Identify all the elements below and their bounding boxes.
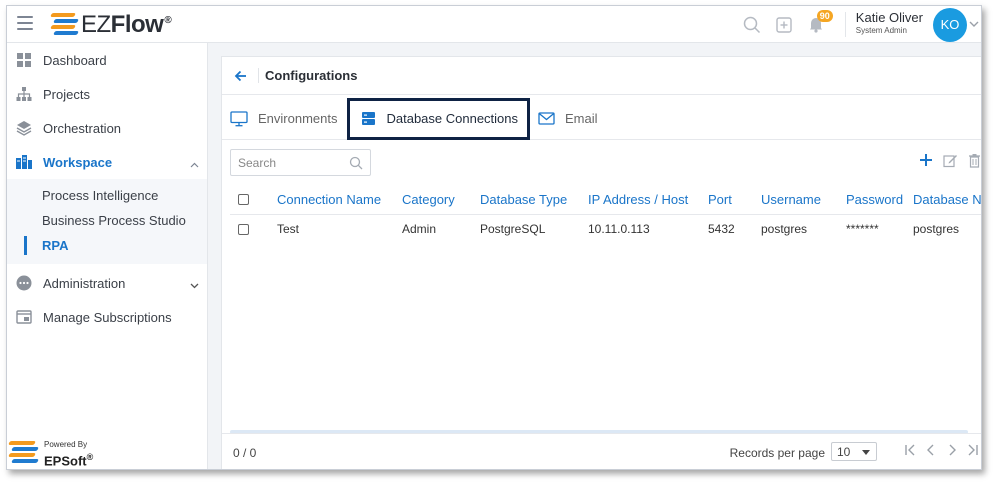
records-per-page-label: Records per page [729, 446, 825, 460]
row-checkbox[interactable] [238, 223, 249, 235]
first-page-icon[interactable] [904, 444, 916, 456]
pagination [895, 444, 979, 456]
sidebar-item-dashboard[interactable]: Dashboard [7, 43, 207, 77]
table-toolbar [222, 149, 981, 177]
table-cell: PostgreSQL [480, 222, 546, 236]
delete-icon[interactable] [968, 153, 981, 168]
tab-label: Email [565, 111, 598, 126]
more-circle-icon [15, 274, 33, 292]
hamburger-menu-icon[interactable] [17, 16, 33, 30]
sidebar-item-label: Dashboard [43, 52, 107, 68]
panel-header: Configurations [222, 57, 981, 95]
user-role: System Admin [855, 26, 907, 35]
sidebar-item-orchestration[interactable]: Orchestration [7, 111, 207, 145]
table-cell: Admin [402, 222, 437, 236]
add-square-icon[interactable] [773, 14, 795, 36]
table-actions [909, 153, 981, 168]
select-all-checkbox[interactable] [238, 193, 249, 205]
sidebar-item-label: Orchestration [43, 120, 122, 136]
table-footer: 0 / 0 Records per page 10 [222, 433, 981, 469]
workspace-submenu: Process Intelligence Business Process St… [7, 179, 207, 264]
sidebar-item-administration[interactable]: Administration [7, 266, 207, 300]
grid-icon [15, 51, 33, 69]
powered-by-epsoft: Powered By EPSoft® [8, 439, 94, 468]
search-input[interactable] [238, 151, 348, 175]
powered-by-label: Powered By [44, 439, 88, 449]
layers-icon [15, 119, 33, 137]
sidebar-item-label: Projects [43, 86, 90, 102]
configurations-panel: Configurations Environments Database Con… [221, 56, 981, 469]
sidebar-subitem-business-process-studio[interactable]: Business Process Studio [7, 208, 207, 233]
search-box [230, 149, 371, 176]
column-header[interactable]: Port [708, 192, 761, 207]
records-per-page-value: 10 [837, 444, 851, 459]
sidebar-item-label: Administration [43, 275, 126, 291]
column-header[interactable]: Password [846, 192, 913, 207]
column-header[interactable]: Database Type [480, 192, 588, 207]
tab-environments[interactable]: Environments [222, 99, 345, 139]
chevron-up-icon[interactable] [190, 156, 199, 171]
edit-icon[interactable] [943, 153, 958, 168]
app-window: EZFlow® 90 Katie Oliver System Admin KO [6, 5, 982, 470]
config-tabs: Environments Database Connections Email [222, 97, 981, 140]
tab-label: Environments [258, 111, 338, 126]
notification-bell-icon[interactable]: 90 [805, 9, 833, 36]
hierarchy-icon [15, 85, 33, 103]
tab-database-connections[interactable]: Database Connections [347, 97, 531, 140]
sidebar-subitem-rpa[interactable]: RPA [7, 233, 207, 258]
database-server-icon [361, 111, 376, 126]
user-info[interactable]: Katie Oliver System Admin [844, 10, 923, 37]
table-cell: 5432 [708, 222, 735, 236]
column-header[interactable]: Category [402, 192, 480, 207]
powered-by-name: EPSoft® [44, 451, 94, 468]
column-header[interactable]: IP Address / Host [588, 192, 708, 207]
sidebar-item-manage-subscriptions[interactable]: Manage Subscriptions [7, 300, 207, 334]
search-icon[interactable] [349, 156, 363, 175]
workspace-icon [15, 153, 33, 171]
avatar[interactable]: KO [933, 7, 967, 42]
search-icon[interactable] [741, 14, 763, 36]
page-title: Configurations [258, 68, 357, 83]
app-name: EZFlow® [81, 11, 172, 38]
tab-email[interactable]: Email [530, 99, 606, 139]
column-header[interactable]: Username [761, 192, 846, 207]
last-page-icon[interactable] [967, 444, 979, 456]
sidebar-item-label: Workspace [43, 154, 113, 170]
monitor-icon [230, 110, 248, 127]
table-cell: postgres [913, 222, 960, 236]
table-cell: 10.11.0.113 [588, 222, 650, 236]
next-page-icon[interactable] [946, 444, 958, 456]
epsoft-logo-icon [8, 439, 39, 467]
envelope-icon [538, 112, 555, 125]
sidebar-subitem-process-intelligence[interactable]: Process Intelligence [7, 183, 207, 208]
record-count: 0 / 0 [233, 446, 257, 460]
table-cell: Test [277, 222, 300, 236]
table-cell: ******* [846, 222, 879, 236]
top-bar: EZFlow® 90 Katie Oliver System Admin KO [7, 6, 981, 43]
column-header[interactable]: Database Na [913, 192, 981, 207]
previous-page-icon[interactable] [925, 444, 937, 456]
subscription-icon [15, 308, 33, 326]
sidebar-item-workspace[interactable]: Workspace [7, 145, 207, 179]
connections-table: Connection Name Category Database Type I… [230, 184, 981, 243]
back-arrow-icon[interactable] [232, 68, 248, 84]
notification-badge: 90 [816, 9, 833, 22]
records-per-page-select[interactable]: 10 [831, 442, 877, 461]
sidebar-item-projects[interactable]: Projects [7, 77, 207, 111]
table-row[interactable]: Test Admin PostgreSQL 10.11.0.113 5432 p… [230, 215, 981, 243]
chevron-down-icon[interactable] [969, 21, 979, 28]
add-icon[interactable] [919, 153, 933, 168]
column-header[interactable]: Connection Name [277, 192, 402, 207]
app-logo[interactable]: EZFlow® [50, 10, 172, 40]
tab-label: Database Connections [386, 111, 519, 126]
table-cell: postgres [761, 222, 808, 236]
sidebar: Dashboard Projects Orchestration Workspa… [7, 43, 208, 469]
table-header-row: Connection Name Category Database Type I… [230, 184, 981, 215]
ezflow-logo-icon [50, 11, 79, 39]
chevron-down-icon[interactable] [190, 277, 199, 292]
dropdown-caret-icon [862, 450, 870, 455]
sidebar-item-label: Manage Subscriptions [43, 309, 172, 325]
user-name: Katie Oliver [855, 10, 923, 25]
